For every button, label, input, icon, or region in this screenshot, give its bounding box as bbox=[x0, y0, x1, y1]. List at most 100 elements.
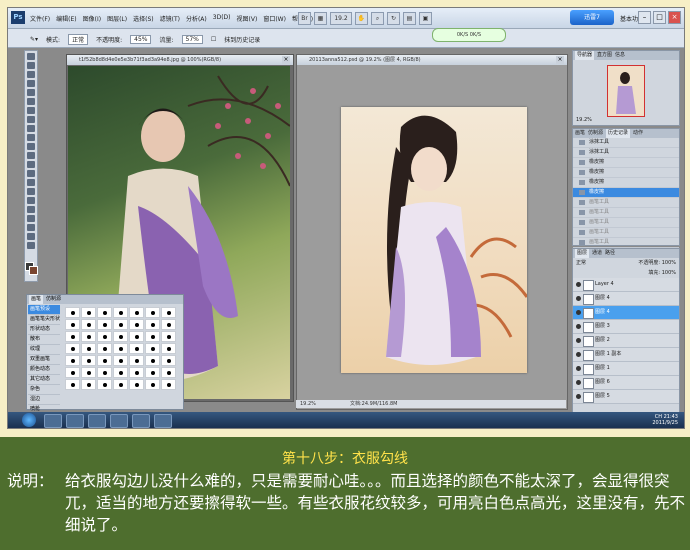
maximize-icon[interactable]: □ bbox=[653, 11, 666, 24]
visibility-eye-icon[interactable] bbox=[576, 352, 581, 357]
brush-preset[interactable] bbox=[113, 355, 128, 366]
brush-preset[interactable] bbox=[161, 319, 176, 330]
brush-preset[interactable] bbox=[65, 307, 80, 318]
brush-preset[interactable] bbox=[129, 307, 144, 318]
brush-preset[interactable] bbox=[161, 307, 176, 318]
layer-row[interactable]: 图层 2 bbox=[573, 334, 679, 348]
tool-icon[interactable] bbox=[27, 161, 35, 168]
blend-mode-select[interactable]: 正常 bbox=[576, 260, 586, 266]
brush-setting-item[interactable]: 双重画笔 bbox=[28, 355, 60, 365]
layer-row[interactable]: 图层 3 bbox=[573, 320, 679, 334]
history-item[interactable]: 画笔工具 bbox=[573, 198, 679, 208]
history-item[interactable]: 画笔工具 bbox=[573, 208, 679, 218]
brush-setting-item[interactable]: 杂色 bbox=[28, 385, 60, 395]
history-item[interactable]: 画笔工具 bbox=[573, 238, 679, 248]
brush-preset[interactable] bbox=[129, 331, 144, 342]
brush-preset[interactable] bbox=[161, 355, 176, 366]
tool-icon[interactable] bbox=[27, 107, 35, 114]
brush-preset[interactable] bbox=[129, 367, 144, 378]
close-icon[interactable]: × bbox=[668, 11, 681, 24]
history-checkbox[interactable]: ☐ bbox=[211, 36, 216, 43]
brush-preset[interactable] bbox=[81, 319, 96, 330]
menu-item[interactable]: 图层(L) bbox=[107, 14, 127, 23]
tool-icon[interactable] bbox=[27, 80, 35, 87]
history-item[interactable]: 涂抹工具 bbox=[573, 148, 679, 158]
brush-preset[interactable] bbox=[113, 343, 128, 354]
menu-item[interactable]: 3D(D) bbox=[213, 14, 231, 23]
brush-preset[interactable] bbox=[161, 331, 176, 342]
bridge-icon[interactable]: Br bbox=[298, 12, 311, 25]
mini-bridge-icon[interactable]: ▦ bbox=[314, 12, 327, 25]
brush-preset[interactable] bbox=[65, 343, 80, 354]
document-tab[interactable]: t1f52b8d8d4e0e5e3b71f3ad3a94e8.jpg @ 100… bbox=[67, 55, 293, 65]
panel-tab[interactable]: 动作 bbox=[633, 129, 643, 138]
brush-setting-item[interactable]: 散布 bbox=[28, 335, 60, 345]
brush-preset[interactable] bbox=[129, 379, 144, 390]
layer-fill-field[interactable]: 100% bbox=[662, 270, 676, 276]
start-button[interactable] bbox=[22, 413, 36, 427]
brush-setting-item[interactable]: 画笔预设 bbox=[28, 305, 60, 315]
history-item[interactable]: 橡皮擦 bbox=[573, 188, 679, 198]
navigator-zoom[interactable]: 19.2% bbox=[576, 117, 592, 123]
thunder-badge[interactable]: 迅雷7 bbox=[570, 10, 614, 25]
menu-item[interactable]: 视图(V) bbox=[237, 14, 258, 23]
history-item[interactable]: 涂抹工具 bbox=[573, 138, 679, 148]
brush-preset[interactable] bbox=[113, 367, 128, 378]
brush-preset[interactable] bbox=[145, 319, 160, 330]
tool-icon[interactable] bbox=[27, 233, 35, 240]
photoshop-task-icon[interactable] bbox=[110, 414, 128, 428]
tool-icon[interactable] bbox=[27, 71, 35, 78]
brush-preset[interactable] bbox=[81, 343, 96, 354]
visibility-eye-icon[interactable] bbox=[576, 366, 581, 371]
tool-icon[interactable] bbox=[27, 134, 35, 141]
close-icon[interactable]: × bbox=[282, 56, 290, 64]
brush-preset[interactable] bbox=[113, 331, 128, 342]
flow-field[interactable]: 57% bbox=[181, 35, 203, 44]
panel-tab[interactable]: 通道 bbox=[592, 249, 602, 258]
layer-row[interactable]: 图层 4 bbox=[573, 292, 679, 306]
explorer-icon[interactable] bbox=[44, 414, 62, 428]
document-window-painting[interactable]: 20113anna512.psd @ 19.2% (图层 4, RGB/8) × bbox=[296, 54, 568, 410]
status-zoom[interactable]: 19.2% bbox=[300, 400, 316, 408]
tool-icon[interactable] bbox=[27, 62, 35, 69]
brush-preset[interactable] bbox=[161, 367, 176, 378]
panel-tab[interactable]: 路径 bbox=[605, 249, 615, 258]
visibility-eye-icon[interactable] bbox=[576, 380, 581, 385]
panel-tab[interactable]: 画笔 bbox=[29, 295, 44, 304]
tool-icon[interactable] bbox=[27, 53, 35, 60]
brush-setting-item[interactable]: 形状动态 bbox=[28, 325, 60, 335]
brush-preset[interactable] bbox=[145, 343, 160, 354]
visibility-eye-icon[interactable] bbox=[576, 338, 581, 343]
brush-setting-item[interactable]: 画笔笔尖形状 bbox=[28, 315, 60, 325]
layer-opacity-field[interactable]: 100% bbox=[662, 260, 676, 266]
panel-tab[interactable]: 画笔 bbox=[575, 129, 585, 138]
qq-icon[interactable] bbox=[154, 414, 172, 428]
brush-preset[interactable] bbox=[97, 367, 112, 378]
brush-preset[interactable] bbox=[97, 307, 112, 318]
history-item[interactable]: 橡皮擦 bbox=[573, 158, 679, 168]
document-tab[interactable]: 20113anna512.psd @ 19.2% (图层 4, RGB/8) bbox=[297, 55, 567, 65]
layer-row[interactable]: 图层 1 副本 bbox=[573, 348, 679, 362]
brush-preset[interactable] bbox=[97, 331, 112, 342]
brush-preset[interactable] bbox=[113, 379, 128, 390]
panel-tab[interactable]: 导航器 bbox=[575, 51, 595, 60]
layer-row[interactable]: 图层 6 bbox=[573, 376, 679, 390]
brush-preset[interactable] bbox=[81, 355, 96, 366]
history-item[interactable]: 橡皮擦 bbox=[573, 178, 679, 188]
visibility-eye-icon[interactable] bbox=[576, 310, 581, 315]
visibility-eye-icon[interactable] bbox=[576, 324, 581, 329]
brush-preset[interactable] bbox=[129, 355, 144, 366]
tool-icon[interactable] bbox=[27, 215, 35, 222]
brush-preset[interactable] bbox=[97, 343, 112, 354]
app-icon[interactable] bbox=[132, 414, 150, 428]
tool-icon[interactable] bbox=[27, 116, 35, 123]
brush-preset[interactable] bbox=[97, 355, 112, 366]
rotate-icon[interactable]: ↻ bbox=[387, 12, 400, 25]
brush-preset[interactable] bbox=[145, 379, 160, 390]
media-player-icon[interactable] bbox=[66, 414, 84, 428]
visibility-eye-icon[interactable] bbox=[576, 394, 581, 399]
panel-tab[interactable]: 直方图 bbox=[597, 51, 612, 60]
panel-tab[interactable]: 图层 bbox=[575, 249, 590, 258]
history-item[interactable]: 画笔工具 bbox=[573, 228, 679, 238]
tool-icon[interactable] bbox=[27, 98, 35, 105]
